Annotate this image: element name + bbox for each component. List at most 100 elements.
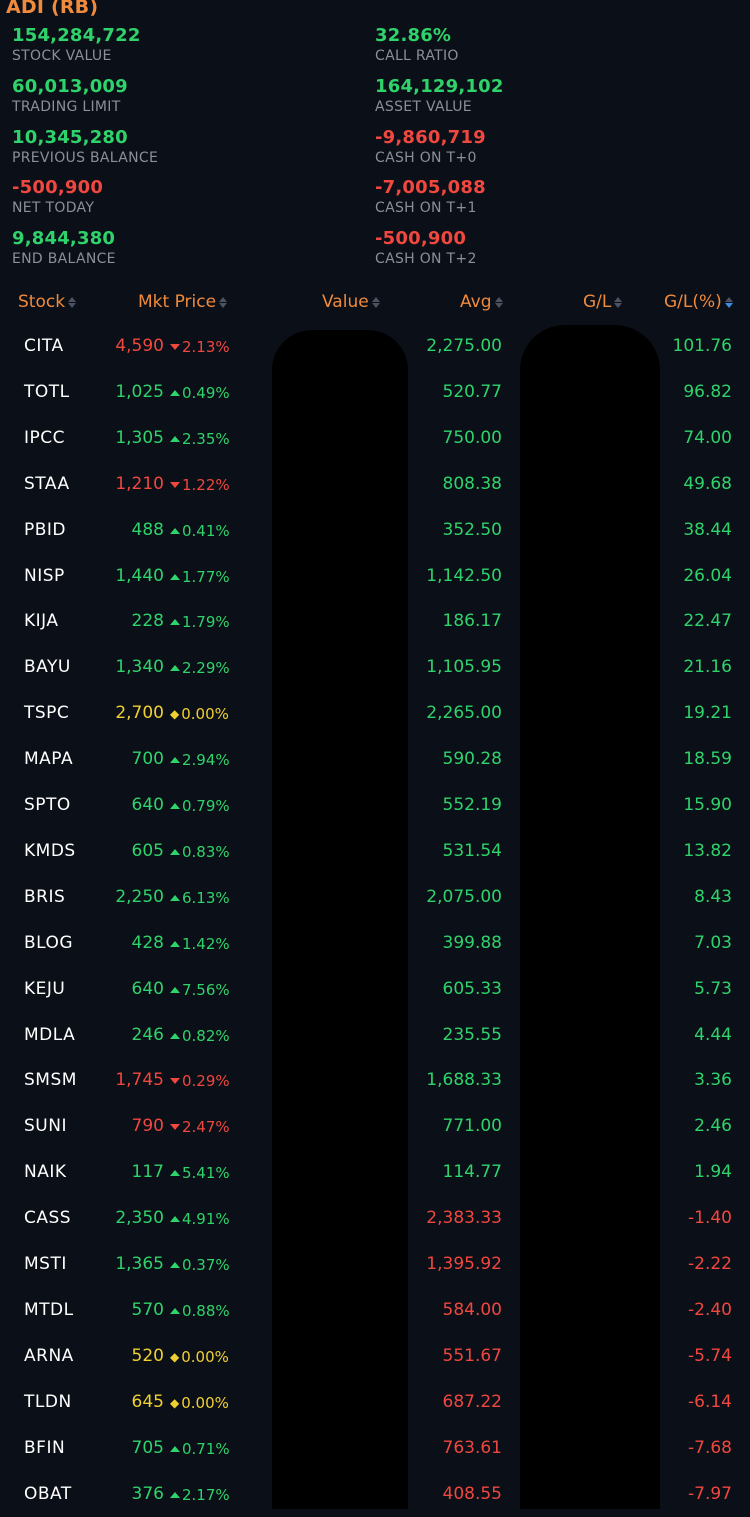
stock-code: SPTO (24, 795, 71, 815)
stock-code: KMDS (24, 840, 76, 861)
market-price: 1,340 (115, 657, 164, 678)
price-change: 0.41% (170, 521, 230, 541)
stock-code: MSTI (24, 1254, 67, 1274)
header-avg[interactable]: Avg (460, 292, 503, 312)
price-change: 2.29% (170, 658, 230, 678)
stock-code: NAIK (24, 1162, 67, 1183)
gain-loss-percent: 22.47 (683, 611, 732, 632)
market-price: 4,590 (115, 336, 164, 356)
summary-value: -9,860,719 (375, 126, 486, 148)
stock-code: KIJA (24, 611, 59, 632)
summary-metric: 154,284,722 STOCK VALUE (12, 26, 141, 65)
stock-code: ARNA (24, 1345, 74, 1366)
avg-price: 2,265.00 (426, 703, 502, 724)
market-price: 1,025 (115, 381, 164, 402)
summary-label: NET TODAY (12, 200, 95, 217)
price-change: 1.42% (170, 934, 230, 954)
header-glpct-label: G/L(%) (664, 292, 722, 312)
summary-metric: 164,129,102 ASSET VALUE (375, 76, 504, 116)
avg-price: 808.38 (442, 473, 502, 494)
market-price: 228 (131, 611, 164, 632)
gain-loss-percent: 38.44 (683, 519, 732, 540)
sort-icon (614, 296, 623, 308)
avg-price: 1,688.33 (426, 1070, 502, 1091)
summary-value: 154,284,722 (12, 25, 141, 46)
market-price: 645 (131, 1391, 164, 1412)
header-gl-percent[interactable]: G/L(%) (664, 292, 733, 312)
avg-price: 551.67 (442, 1345, 502, 1366)
market-price: 640 (131, 978, 164, 999)
header-gl[interactable]: G/L (583, 292, 623, 312)
price-change: 4.91% (170, 1209, 230, 1229)
avg-price: 750.00 (442, 427, 502, 448)
price-change: 0.88% (170, 1301, 230, 1321)
summary-value: 10,345,280 (12, 126, 128, 148)
price-change: 0.83% (170, 842, 230, 862)
gain-loss-percent: -7.97 (688, 1483, 732, 1504)
summary-value: -7,005,088 (375, 177, 486, 199)
header-gl-label: G/L (583, 292, 612, 312)
stock-code: SUNI (24, 1116, 67, 1137)
header-stock-label: Stock (18, 292, 66, 312)
gain-loss-percent: 101.76 (672, 336, 732, 356)
summary-label: ASSET VALUE (375, 98, 472, 115)
gain-loss-percent: -7.68 (688, 1437, 732, 1458)
avg-price: 2,275.00 (426, 336, 502, 356)
price-change: 1.22% (170, 475, 230, 495)
sort-icon (219, 296, 228, 308)
price-change: 2.17% (170, 1485, 230, 1505)
summary-value: 9,844,380 (12, 228, 116, 250)
header-value[interactable]: Value (322, 292, 380, 312)
market-price: 2,350 (115, 1208, 164, 1229)
gain-loss-percent: 2.46 (694, 1116, 732, 1137)
gain-loss-percent: 96.82 (683, 381, 732, 402)
stock-code: MDLA (24, 1024, 76, 1045)
avg-price: 605.33 (442, 978, 502, 999)
price-change: 0.00% (170, 704, 229, 724)
gain-loss-percent: 8.43 (694, 886, 732, 907)
market-price: 2,700 (115, 703, 164, 724)
sort-desc-icon (724, 296, 733, 308)
stock-code: BFIN (24, 1437, 66, 1458)
stock-code: NISP (24, 565, 65, 586)
avg-price: 2,075.00 (426, 886, 502, 907)
sort-icon (371, 296, 380, 308)
gain-loss-percent: -5.74 (688, 1345, 732, 1366)
market-price: 2,250 (115, 886, 164, 907)
summary-value: 60,013,009 (12, 75, 128, 97)
stock-code: STAA (24, 473, 70, 494)
price-change: 0.00% (170, 1393, 229, 1413)
gain-loss-percent: 13.82 (683, 840, 732, 861)
account-name[interactable]: ADI (RB) (6, 0, 98, 18)
summary-metric: -500,900 NET TODAY (12, 178, 103, 217)
price-change: 0.71% (170, 1439, 230, 1459)
header-avg-label: Avg (460, 292, 492, 312)
avg-price: 114.77 (442, 1162, 502, 1183)
gain-loss-percent: 4.44 (694, 1024, 732, 1045)
avg-price: 590.28 (442, 749, 502, 770)
header-stock[interactable]: Stock (18, 292, 77, 312)
market-price: 1,745 (115, 1070, 164, 1091)
price-change: 7.56% (170, 980, 230, 1000)
header-mkt-price[interactable]: Mkt Price (138, 292, 228, 312)
price-change: 0.00% (170, 1347, 229, 1367)
avg-price: 352.50 (442, 519, 502, 540)
avg-price: 1,105.95 (426, 657, 502, 678)
price-change: 6.13% (170, 888, 230, 908)
stock-code: TLDN (24, 1391, 72, 1412)
summary-label: CALL RATIO (375, 48, 459, 64)
summary-label: TRADING LIMIT (12, 98, 121, 115)
price-change: 1.77% (170, 567, 230, 587)
avg-price: 399.88 (442, 932, 502, 953)
gain-loss-percent: -2.22 (688, 1254, 732, 1274)
gain-loss-percent: 1.94 (694, 1162, 732, 1183)
gain-loss-percent: 5.73 (694, 978, 732, 999)
price-change: 0.37% (170, 1255, 230, 1275)
stock-code: BLOG (24, 932, 74, 953)
gain-loss-percent: 15.90 (683, 795, 732, 815)
stock-code: IPCC (24, 427, 66, 448)
sort-icon (68, 296, 77, 308)
summary-metric: 9,844,380 END BALANCE (12, 229, 116, 268)
stock-code: TSPC (24, 703, 70, 724)
stock-code: PBID (24, 519, 67, 540)
